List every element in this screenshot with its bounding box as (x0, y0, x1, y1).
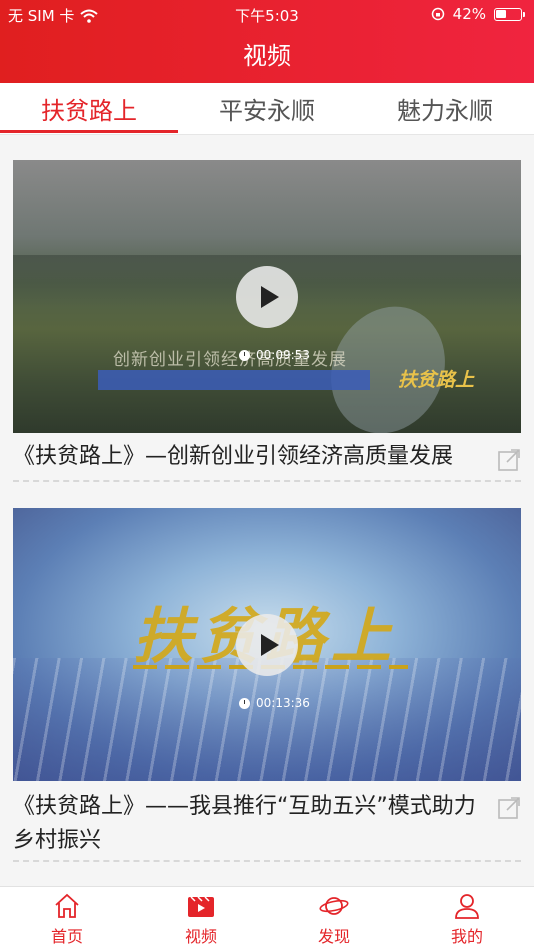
nav-mine-label: 我的 (450, 927, 483, 946)
planet-icon (319, 897, 349, 915)
video-thumbnail[interactable]: 创新创业引领经济高质量发展 扶贫路上 00:09:53 (13, 160, 521, 433)
card-divider (13, 860, 521, 862)
clock-icon (239, 697, 250, 709)
video-list: 创新创业引领经济高质量发展 扶贫路上 00:09:53 《扶贫路上》—创新创业引… (0, 135, 534, 886)
video-icon (188, 896, 214, 917)
category-tabs: 扶贫路上 平安永顺 魅力永顺 (0, 83, 534, 135)
play-icon (260, 634, 279, 656)
tab-fupin[interactable]: 扶贫路上 (0, 91, 178, 126)
battery-percent: 42% (452, 5, 486, 23)
video-title[interactable]: 《扶贫路上》——我县推行“互助五兴”模式助力乡村振兴 (13, 790, 493, 858)
card-divider (13, 480, 521, 482)
active-tab-indicator (0, 130, 178, 133)
nav-mine[interactable]: 我的 (400, 893, 534, 947)
play-icon (260, 286, 279, 308)
header: 无 SIM 卡 下午5:03 42% 视频 (0, 0, 534, 83)
clock-icon (239, 349, 250, 361)
duration-text: 00:09:53 (256, 348, 310, 362)
tab-meili[interactable]: 魅力永顺 (356, 91, 534, 126)
status-right: 42% (431, 5, 525, 23)
thumbnail-banner (98, 370, 370, 390)
home-icon (55, 893, 79, 918)
thumbnail-overlay-text: 创新创业引领经济高质量发展 (113, 350, 347, 370)
page-title: 视频 (243, 42, 291, 70)
share-icon[interactable] (497, 796, 521, 820)
bottom-nav: 首页 视频 发现 我的 (0, 886, 534, 950)
video-thumbnail[interactable]: 扶贫路上 00:13:36 (13, 508, 521, 781)
share-icon[interactable] (497, 448, 521, 472)
nav-discover[interactable]: 发现 (267, 893, 401, 947)
battery-icon (494, 7, 525, 21)
video-duration: 00:09:53 (239, 348, 310, 362)
nav-discover-label: 发现 (317, 927, 350, 946)
nav-video-label: 视频 (184, 927, 217, 946)
user-icon (455, 894, 479, 919)
thumbnail-logo: 扶贫路上 (398, 369, 475, 391)
nav-video[interactable]: 视频 (134, 893, 268, 947)
play-button[interactable] (236, 614, 298, 676)
status-bar: 无 SIM 卡 下午5:03 42% (0, 0, 534, 28)
tab-pingan[interactable]: 平安永顺 (178, 91, 356, 126)
play-button[interactable] (236, 266, 298, 328)
video-duration: 00:13:36 (239, 696, 310, 710)
app-root: 无 SIM 卡 下午5:03 42% 视频 扶贫路上 平安永顺 魅力永顺 创新创… (0, 0, 534, 950)
nav-home[interactable]: 首页 (0, 893, 134, 947)
duration-text: 00:13:36 (256, 696, 310, 710)
thumbnail-rays (13, 658, 521, 781)
nav-home-label: 首页 (50, 927, 83, 946)
video-title[interactable]: 《扶贫路上》—创新创业引领经济高质量发展 (13, 440, 493, 474)
rotation-lock-icon (431, 7, 444, 21)
